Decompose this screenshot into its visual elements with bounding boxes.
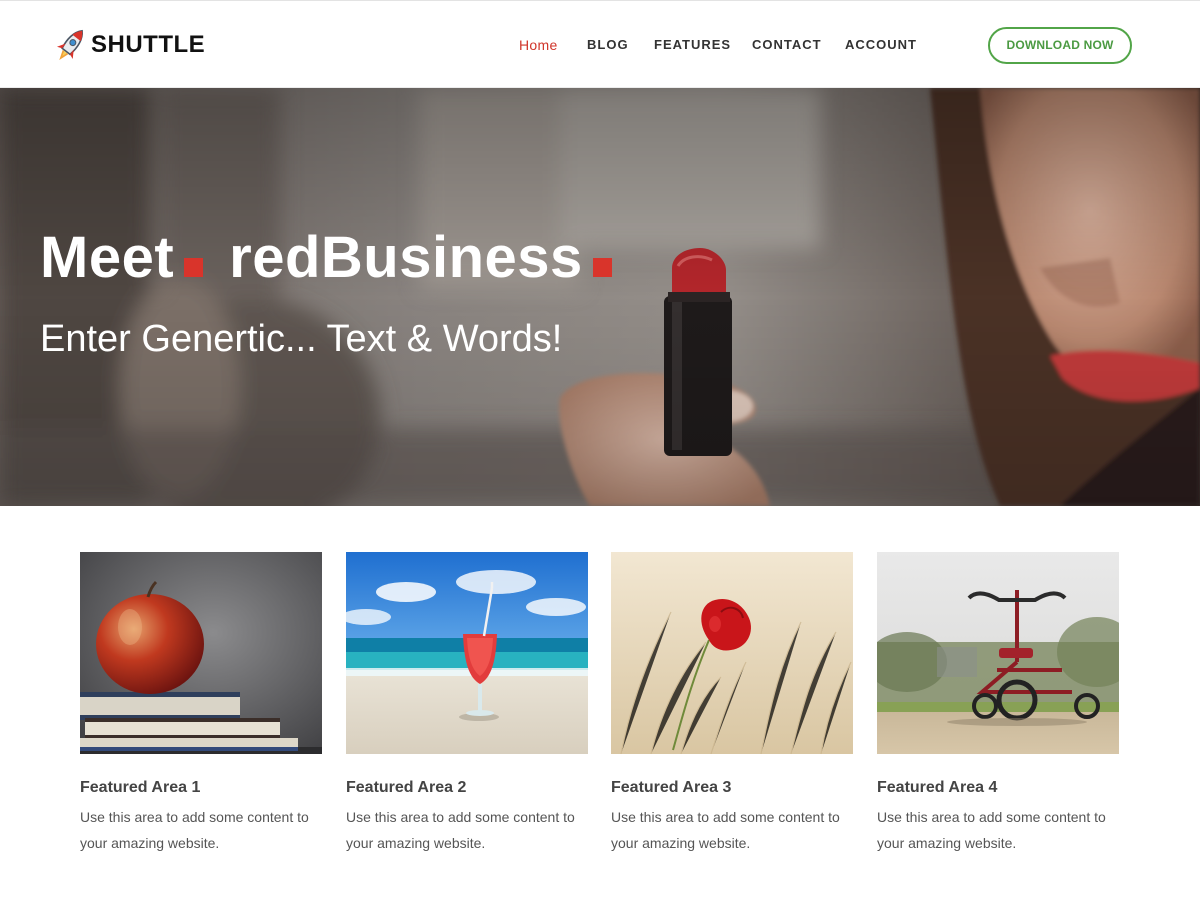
red-square-icon bbox=[592, 258, 612, 277]
feature-description: Use this area to add some content to you… bbox=[611, 809, 840, 851]
feature-title: Featured Area 2 bbox=[346, 779, 467, 796]
download-now-button[interactable]: DOWNLOAD NOW bbox=[988, 27, 1132, 64]
nav-item-home[interactable]: Home bbox=[519, 35, 558, 55]
hero-title-part-1: Meet bbox=[40, 225, 175, 290]
hero-banner: Meet redBusiness Enter Genertic... Text &… bbox=[0, 88, 1200, 506]
features-section: Featured Area 1 Use this area to add som… bbox=[0, 506, 1200, 900]
nav-item-features[interactable]: FEATURES bbox=[654, 35, 731, 55]
beach-drink-photo[interactable] bbox=[346, 552, 588, 754]
feature-card-2: Featured Area 2 Use this area to add som… bbox=[346, 552, 588, 856]
feature-description: Use this area to add some content to you… bbox=[346, 809, 575, 851]
nav-item-blog[interactable]: BLOG bbox=[587, 35, 629, 55]
feature-title: Featured Area 4 bbox=[877, 779, 998, 796]
hero-subtitle: Enter Genertic... Text & Words! bbox=[40, 318, 563, 360]
nav-item-contact[interactable]: CONTACT bbox=[752, 35, 822, 55]
nav-item-account[interactable]: ACCOUNT bbox=[845, 35, 917, 55]
apple-on-books-photo[interactable] bbox=[80, 552, 322, 754]
hero-title-part-2: redBusiness bbox=[229, 225, 583, 290]
hero-title: Meet redBusiness bbox=[40, 226, 614, 290]
red-square-icon bbox=[184, 258, 204, 277]
feature-description: Use this area to add some content to you… bbox=[877, 809, 1106, 851]
feature-card-3: Featured Area 3 Use this area to add som… bbox=[611, 552, 853, 856]
feature-card-4: Featured Area 4 Use this area to add som… bbox=[877, 552, 1119, 856]
feature-card-1: Featured Area 1 Use this area to add som… bbox=[80, 552, 322, 856]
feature-description: Use this area to add some content to you… bbox=[80, 809, 309, 851]
red-tricycle-photo[interactable] bbox=[877, 552, 1119, 754]
feature-title: Featured Area 1 bbox=[80, 779, 201, 796]
poppy-in-wheat-photo[interactable] bbox=[611, 552, 853, 754]
feature-title: Featured Area 3 bbox=[611, 779, 732, 796]
site-header: SHUTTLE Home BLOG FEATURES CONTACT ACCOU… bbox=[0, 0, 1200, 88]
hero-background-photo bbox=[0, 88, 1200, 506]
